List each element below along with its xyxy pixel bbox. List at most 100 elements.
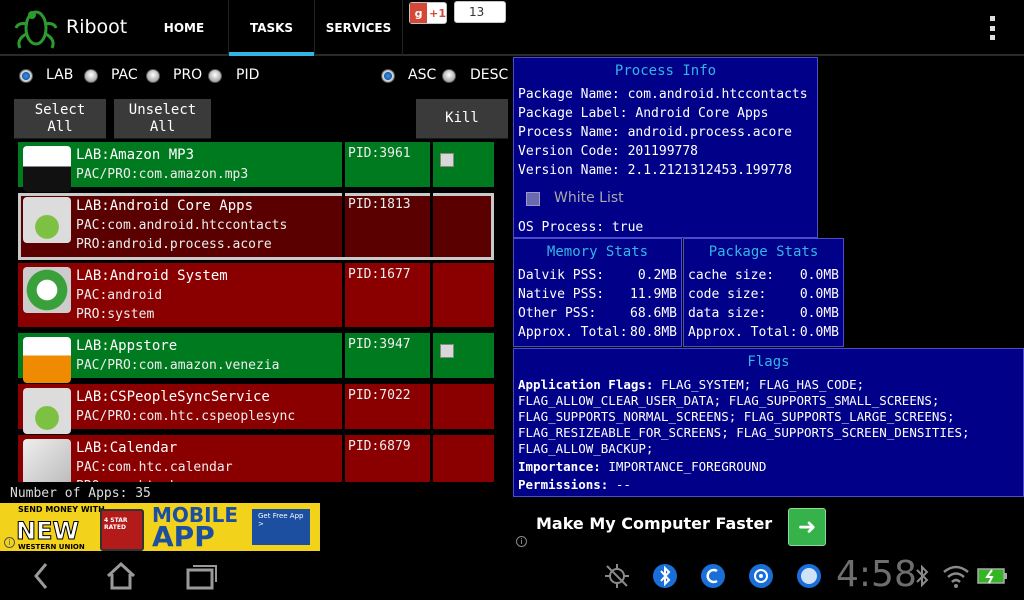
radio-desc-label: DESC [470, 67, 509, 83]
tab-tasks-label: TASKS [249, 21, 294, 35]
app-row[interactable]: LAB:Amazon MP3 PAC/PRO:com.amazon.mp3 PID:… [18, 142, 494, 192]
package-label: data size: [688, 306, 767, 321]
app-detail: PRO:com.htc.bgp [76, 477, 342, 482]
tab-tasks[interactable]: TASKS [229, 0, 315, 56]
app-label: LAB:Android System [76, 268, 228, 284]
app-checkbox[interactable] [440, 153, 454, 167]
app-pid: PID:7022 [348, 388, 411, 403]
importance-label: Importance: [518, 459, 601, 474]
app-row[interactable]: LAB:Appstore PAC/PRO:com.amazon.venezia PI… [18, 333, 494, 383]
app-row[interactable]: LAB:Android Core Apps PAC:com.android.htc… [18, 193, 494, 260]
radio-pro[interactable] [146, 69, 160, 83]
white-list-checkbox[interactable] [526, 192, 540, 206]
arrow-right-icon[interactable]: ➜ [788, 508, 826, 546]
wifi-icon [943, 565, 969, 588]
western-union-ad[interactable]: SEND MONEY WITH NEW WESTERN UNION 4 STAR… [0, 503, 320, 551]
flags-title: Flags [747, 354, 790, 370]
memory-value: 80.8MB [630, 325, 677, 340]
radio-asc[interactable] [381, 69, 395, 83]
memory-label: Dalvik PSS: [518, 268, 605, 283]
tab-services[interactable]: SERVICES [315, 0, 403, 56]
ad-info-icon[interactable]: i [4, 537, 15, 548]
app-row[interactable]: LAB:Android System PAC:android PRO:system P… [18, 263, 494, 330]
app-checkbox[interactable] [440, 344, 454, 358]
app-count: Number of Apps: 35 [10, 486, 151, 501]
app-row-texts: LAB:Calendar PAC:com.htc.calendar PRO:com.… [76, 439, 342, 482]
frog-logo-icon[interactable] [12, 4, 60, 52]
computer-faster-ad[interactable]: Make My Computer Faster ➜ i [512, 502, 832, 550]
app-pid: PID:3961 [348, 146, 411, 161]
app-flags-line: FLAG_RESIZEABLE_FOR_SCREENS; FLAG_SUPPOR… [518, 425, 970, 440]
app-row[interactable]: LAB:Calendar PAC:com.htc.calendar PRO:com.… [18, 435, 494, 482]
app-flags-line: FLAG_SUPPORTS_NORMAL_SCREENS; FLAG_SUPPO… [518, 409, 955, 424]
app-detail: PAC/PRO:com.amazon.venezia [76, 358, 280, 373]
radio-pid[interactable] [208, 69, 222, 83]
app-pid: PID:1677 [348, 267, 411, 282]
app-detail: PRO:android.process.acore [76, 237, 272, 252]
app-row-texts: LAB:Appstore PAC/PRO:com.amazon.venezia [76, 337, 342, 375]
unselect-all-button[interactable]: Unselect All [114, 99, 211, 139]
ad-right-text: Make My Computer Faster [536, 514, 773, 533]
android-icon [23, 388, 71, 434]
ad-cta: Get Free App > [258, 512, 304, 528]
phone-image-icon: 4 STAR RATED [100, 509, 144, 551]
android-system-icon [23, 267, 71, 313]
kill-button[interactable]: Kill [416, 99, 508, 139]
process-info-title: Process Info [614, 63, 717, 79]
home-icon[interactable] [104, 560, 138, 592]
os-process: OS Process: true [518, 220, 644, 235]
ad-info-icon[interactable]: i [516, 536, 527, 547]
sort-options: LAB PAC PRO PID ASC DESC [0, 60, 512, 92]
permissions-line: Permissions: -- [518, 477, 1022, 493]
radio-lab[interactable] [19, 69, 33, 83]
package-value: 0.0MB [799, 306, 839, 321]
overflow-menu-icon[interactable] [984, 14, 1000, 42]
row-divider [342, 142, 345, 187]
memory-label: Approx. Total: [518, 325, 628, 340]
ad-new: NEW [16, 517, 80, 546]
app-row-texts: LAB:CSPeopleSyncService PAC/PRO:com.htc.c… [76, 388, 342, 426]
radio-desc[interactable] [442, 69, 456, 83]
package-row: data size: 0.0MB [688, 306, 839, 321]
select-all-button[interactable]: Select All [14, 99, 106, 139]
row-divider [430, 384, 433, 429]
amazon-mp3-icon [23, 146, 71, 192]
app-list[interactable]: LAB:Amazon MP3 PAC/PRO:com.amazon.mp3 PID:… [18, 142, 494, 482]
plus-one-count: 13 [454, 1, 506, 23]
memory-label: Other PSS: [518, 306, 597, 321]
memory-stats-title: Memory Stats [546, 244, 649, 260]
package-row: code size: 0.0MB [688, 287, 839, 302]
package-stats-panel: Package Stats cache size: 0.0MB code size… [683, 238, 844, 347]
recent-apps-icon[interactable] [184, 560, 220, 592]
google-plus-one-button[interactable]: g +1 [409, 2, 447, 24]
flags-panel: Flags Application Flags: FLAG_SYSTEM; FL… [513, 348, 1024, 497]
radio-asc-label: ASC [408, 67, 437, 83]
ad-app: APP [152, 520, 215, 551]
app-label: LAB:Android Core Apps [76, 198, 254, 214]
app-label: LAB:Appstore [76, 338, 178, 354]
sync-status-icon [701, 564, 725, 588]
radio-pro-label: PRO [173, 67, 203, 83]
ad-tagline: SEND MONEY WITH [18, 505, 105, 514]
get-free-app-button[interactable]: Get Free App > [252, 509, 310, 545]
tab-home[interactable]: HOME [140, 0, 229, 56]
radio-pac[interactable] [84, 69, 98, 83]
google-g-icon: g [410, 3, 428, 23]
tab-services-label: SERVICES [325, 21, 392, 35]
app-row[interactable]: LAB:CSPeopleSyncService PAC/PRO:com.htc.c… [18, 384, 494, 434]
app-detail: PAC:android [76, 288, 163, 303]
memory-stats-panel: Memory Stats Dalvik PSS: 0.2MB Native PSS… [513, 238, 682, 347]
permissions-value: -- [608, 477, 631, 492]
app-detail: PAC:com.android.htccontacts [76, 218, 288, 233]
plus-one-label: +1 [429, 6, 446, 20]
row-divider [430, 333, 433, 378]
row-divider [342, 193, 345, 257]
memory-value: 0.2MB [637, 268, 677, 283]
row-divider [342, 333, 345, 378]
row-divider [430, 142, 433, 187]
package-value: 0.0MB [799, 268, 839, 283]
back-icon[interactable] [28, 560, 54, 592]
row-divider [342, 384, 345, 429]
ad-brand: WESTERN UNION [18, 543, 85, 551]
app-flags-line: Application Flags: FLAG_SYSTEM; FLAG_HAS… [518, 377, 1022, 393]
